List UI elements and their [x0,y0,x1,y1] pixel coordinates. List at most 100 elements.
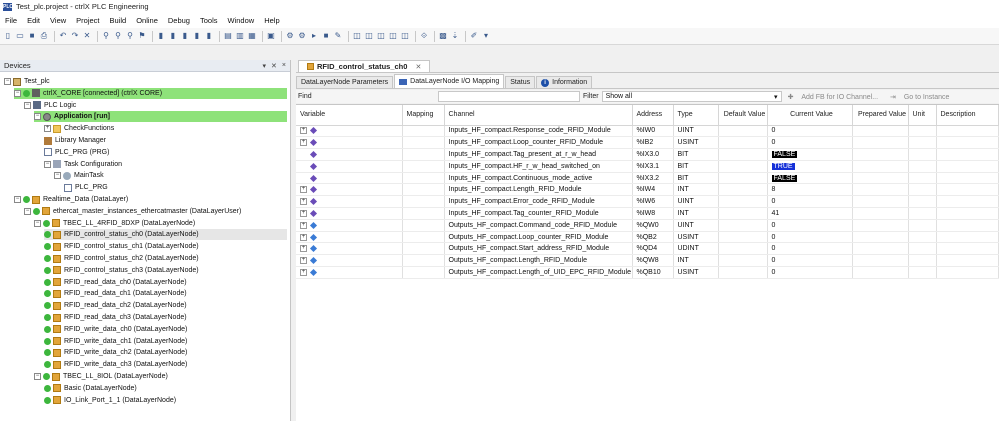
menu-project[interactable]: Project [76,16,99,25]
expand-icon[interactable]: + [300,268,307,276]
tree-item-tbec-ll-8iol-datalayernode[interactable]: − TBEC_LL_8IOL (DataLayerNode) [34,371,168,382]
mapping-cell[interactable] [402,125,445,138]
expand-icon[interactable]: + [300,139,307,147]
variable-cell[interactable]: + [296,183,403,197]
tree-item-application-run[interactable]: − Application [run] [34,111,287,123]
save-icon[interactable]: ■ [27,31,37,41]
new-file-icon[interactable]: ▯ [3,31,13,41]
variable-cell[interactable]: + [296,195,403,209]
variable-cell[interactable]: + [296,266,403,279]
goto-instance-button[interactable]: ⇥ Go to Instance [890,93,955,101]
tree-item-tbec-ll-4rfid-8dxp-datalayernode[interactable]: − TBEC_LL_4RFID_8DXP (DataLayerNode) [34,218,195,229]
variable-cell[interactable]: + [296,125,403,138]
step-over-icon[interactable]: ◫ [364,31,374,41]
run-to-cursor-icon[interactable]: ◫ [400,31,410,41]
table-row[interactable]: + Inputs_HF_compact.Loop_counter_RFID_Mod… [296,136,999,150]
logout-icon[interactable]: ⚙ [297,31,307,41]
variable-cell[interactable] [296,172,403,185]
find-next-icon[interactable]: ⚲ [125,31,135,41]
tree-item-test-plc[interactable]: − Test_plc [4,76,50,87]
filter-select[interactable]: Show all ▾ [601,91,782,102]
wizard-icon[interactable]: ✐ [469,31,479,41]
mapping-cell[interactable] [402,160,445,173]
collapse-icon[interactable]: − [34,373,41,380]
menu-online[interactable]: Online [136,16,158,25]
table-row[interactable]: Inputs_HF_compact.Tag_present_at_r_w_hea… [296,148,999,161]
variable-cell[interactable] [296,160,403,173]
variable-cell[interactable]: + [296,136,403,150]
column-header-current-value[interactable]: Current Value [767,105,853,126]
table-row[interactable]: + Outputs_HF_compact.Loop_counter_RFID_Mo… [296,231,999,244]
expand-icon[interactable]: + [300,209,307,217]
prepared-value-cell[interactable] [852,254,909,268]
collapse-icon[interactable]: − [54,172,61,180]
mapping-cell[interactable] [402,148,445,161]
column-header-description[interactable]: Description [936,105,999,126]
column-header-default-value[interactable]: Default Value [718,105,768,126]
undo-icon[interactable]: ↶ [58,31,68,41]
tree-item-realtime-data-datalayer[interactable]: − Realtime_Data (DataLayer) [14,194,128,205]
table-row[interactable]: + Inputs_HF_compact.Tag_counter_RFID_Modu… [296,207,999,220]
tree-item-task-configuration[interactable]: − Task Configuration [44,159,122,170]
column-header-variable[interactable]: Variable [296,105,403,126]
login-icon[interactable]: ⚙ [285,31,295,41]
menu-edit[interactable]: Edit [27,16,40,25]
tree-item-ctrlx-core-connected-ctrlx-core[interactable]: − ctrlX_CORE [connected] (ctrlX CORE) [14,87,287,99]
menu-help[interactable]: Help [264,16,279,25]
mapping-cell[interactable] [402,219,445,232]
prepared-value-cell[interactable] [852,207,909,220]
panel-menu-icon[interactable]: ▾ [263,62,267,70]
variable-cell[interactable] [296,148,403,161]
tree-item-rfid-read-data-ch2-datalayernode[interactable]: RFID_read_data_ch2 (DataLayerNode) [44,300,187,311]
reset-icon[interactable]: ✎ [333,31,343,41]
bookmark-toggle-icon[interactable]: ▮ [156,31,166,41]
expand-icon[interactable]: + [300,233,307,241]
prepared-value-cell[interactable] [852,266,909,279]
prepared-value-cell[interactable] [852,148,909,161]
bookmark-prev-icon[interactable]: ▮ [180,31,190,41]
tree-item-ethercat-master-instances-ethercatmaster-datalayeruser[interactable]: − ethercat_master_instances_ethercatmaste… [24,206,241,217]
expand-icon[interactable]: + [300,186,307,194]
table-row[interactable]: Inputs_HF_compact.HF_r_w_head_switched_o… [296,160,999,173]
variable-cell[interactable]: + [296,207,403,220]
tab-status[interactable]: Status [505,76,536,88]
tree-item-rfid-write-data-ch3-datalayernode[interactable]: RFID_write_data_ch3 (DataLayerNode) [44,359,187,370]
column-header-type[interactable]: Type [673,105,719,126]
bookmark-list-icon[interactable]: ▮ [204,31,214,41]
collapse-icon[interactable]: − [24,207,31,215]
menu-file[interactable]: File [5,16,17,25]
tree-item-maintask[interactable]: − MainTask [54,170,104,181]
expand-icon[interactable]: + [300,221,307,229]
panel-close-icon[interactable]: × [282,62,286,70]
tree-item-plc-prg[interactable]: PLC_PRG [64,182,108,193]
mapping-cell[interactable] [402,207,445,220]
prepared-value-cell[interactable] [852,195,909,209]
table-row[interactable]: + Outputs_HF_compact.Start_address_RFID_M… [296,242,999,256]
unforce-icon[interactable]: ⇣ [450,31,460,41]
table-row[interactable]: Inputs_HF_compact.Continuous_mode_active… [296,172,999,185]
step-into-icon[interactable]: ◫ [376,31,386,41]
tree-item-checkfunctions[interactable]: + CheckFunctions [44,123,114,134]
menu-tools[interactable]: Tools [200,16,218,25]
variable-cell[interactable]: + [296,242,403,256]
collapse-icon[interactable]: − [4,78,11,85]
breakpoint-icon[interactable]: ◫ [352,31,362,41]
close-icon[interactable]: ✕ [415,63,421,71]
menu-view[interactable]: View [50,16,66,25]
expand-icon[interactable]: + [44,125,51,133]
mapping-cell[interactable] [402,254,445,268]
tab-datalayernode-parameters[interactable]: DataLayerNode Parameters [296,76,394,88]
prepared-value-cell[interactable] [852,183,909,197]
variable-cell[interactable]: + [296,254,403,268]
dropdown-icon[interactable]: ▾ [481,31,491,41]
expand-icon[interactable]: + [300,198,307,206]
find-icon[interactable]: ⚲ [101,31,111,41]
prepared-value-cell[interactable] [852,125,909,138]
find-replace-icon[interactable]: ⚲ [113,31,123,41]
bookmark-icon[interactable]: ⚑ [137,31,147,41]
expand-icon[interactable]: + [300,245,307,253]
mapping-cell[interactable] [402,183,445,197]
menu-build[interactable]: Build [110,16,127,25]
prepared-value-cell[interactable] [852,172,909,185]
tree-item-rfid-write-data-ch0-datalayernode[interactable]: RFID_write_data_ch0 (DataLayerNode) [44,324,187,335]
